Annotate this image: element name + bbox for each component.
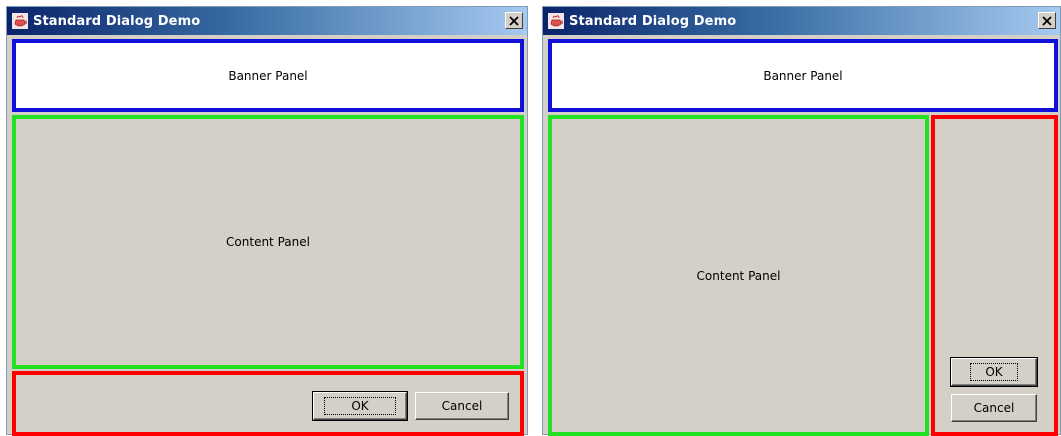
ok-button-label: OK (970, 363, 1018, 381)
dialog-window-horizontal-buttons: Standard Dialog Demo Banner Panel Conten… (6, 6, 528, 436)
banner-panel: Banner Panel (12, 39, 524, 112)
content-panel: Content Panel (12, 115, 524, 369)
banner-panel: Banner Panel (548, 39, 1058, 112)
banner-panel-label: Banner Panel (228, 68, 308, 83)
close-button[interactable] (1038, 12, 1056, 29)
java-coffee-cup-icon (12, 13, 28, 29)
cancel-button[interactable]: Cancel (951, 394, 1037, 422)
button-panel: OK Cancel (12, 371, 524, 436)
ok-button[interactable]: OK (950, 357, 1038, 387)
cancel-button[interactable]: Cancel (415, 392, 509, 420)
banner-panel-label: Banner Panel (763, 68, 843, 83)
window-title: Standard Dialog Demo (569, 13, 737, 29)
cancel-button-label: Cancel (441, 399, 483, 413)
ok-button[interactable]: OK (312, 391, 408, 421)
title-bar[interactable]: Standard Dialog Demo (7, 7, 527, 35)
cancel-button-label: Cancel (973, 401, 1015, 415)
java-coffee-cup-icon (548, 13, 564, 29)
content-panel-label: Content Panel (696, 268, 781, 283)
content-panel-label: Content Panel (226, 235, 310, 249)
button-panel: OK Cancel (931, 115, 1058, 436)
title-bar[interactable]: Standard Dialog Demo (543, 7, 1060, 35)
close-icon (1042, 15, 1052, 26)
content-panel: Content Panel (548, 115, 929, 436)
close-button[interactable] (505, 12, 523, 29)
close-icon (509, 15, 519, 26)
dialog-window-vertical-buttons: Standard Dialog Demo Banner Panel Conten… (542, 6, 1061, 436)
ok-button-label: OK (324, 397, 396, 415)
window-title: Standard Dialog Demo (33, 13, 201, 29)
